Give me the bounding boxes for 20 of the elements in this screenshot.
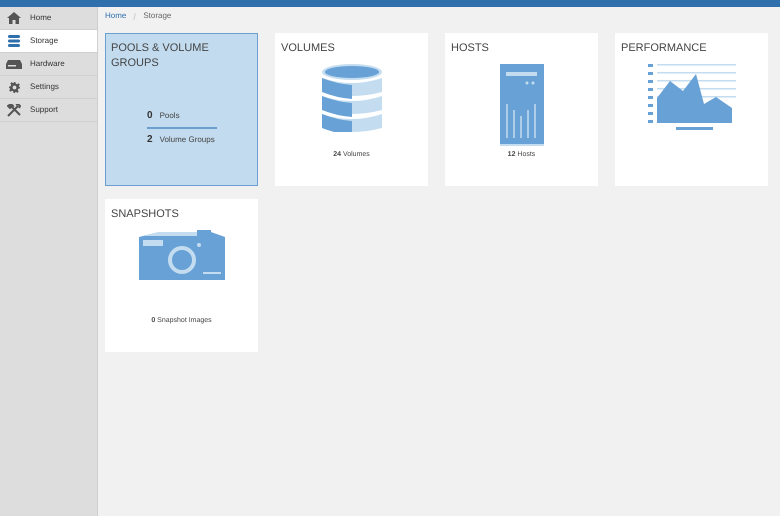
drive-icon (6, 60, 22, 68)
storage-tile[interactable]: POOLS & VOLUME GROUPS 0 Pools 2 Volume Groups (105, 33, 258, 186)
tile-title: VOLUMES (281, 41, 336, 56)
breadcrumb-current: Storage (143, 10, 172, 22)
storage-tile[interactable]: PERFORMANCE (615, 33, 768, 186)
tile-title: POOLS & VOLUME GROUPS (111, 41, 210, 71)
tools-icon (7, 104, 21, 116)
tile-title: HOSTS (451, 41, 490, 56)
tile-title: PERFORMANCE (621, 41, 708, 56)
database-icon (8, 35, 20, 47)
stat-label: Volume Groups (160, 134, 215, 146)
stat-count: 2 (147, 133, 153, 147)
house-icon (7, 12, 21, 24)
stat-label: Pools (160, 110, 180, 122)
tile-title: SNAPSHOTS (111, 207, 180, 222)
gear-icon (8, 82, 20, 92)
sidebar-item[interactable]: Storage (0, 30, 97, 53)
breadcrumb-link[interactable]: Home (105, 10, 126, 22)
stat-count: 0 (147, 109, 153, 123)
database-drawing (322, 64, 382, 132)
